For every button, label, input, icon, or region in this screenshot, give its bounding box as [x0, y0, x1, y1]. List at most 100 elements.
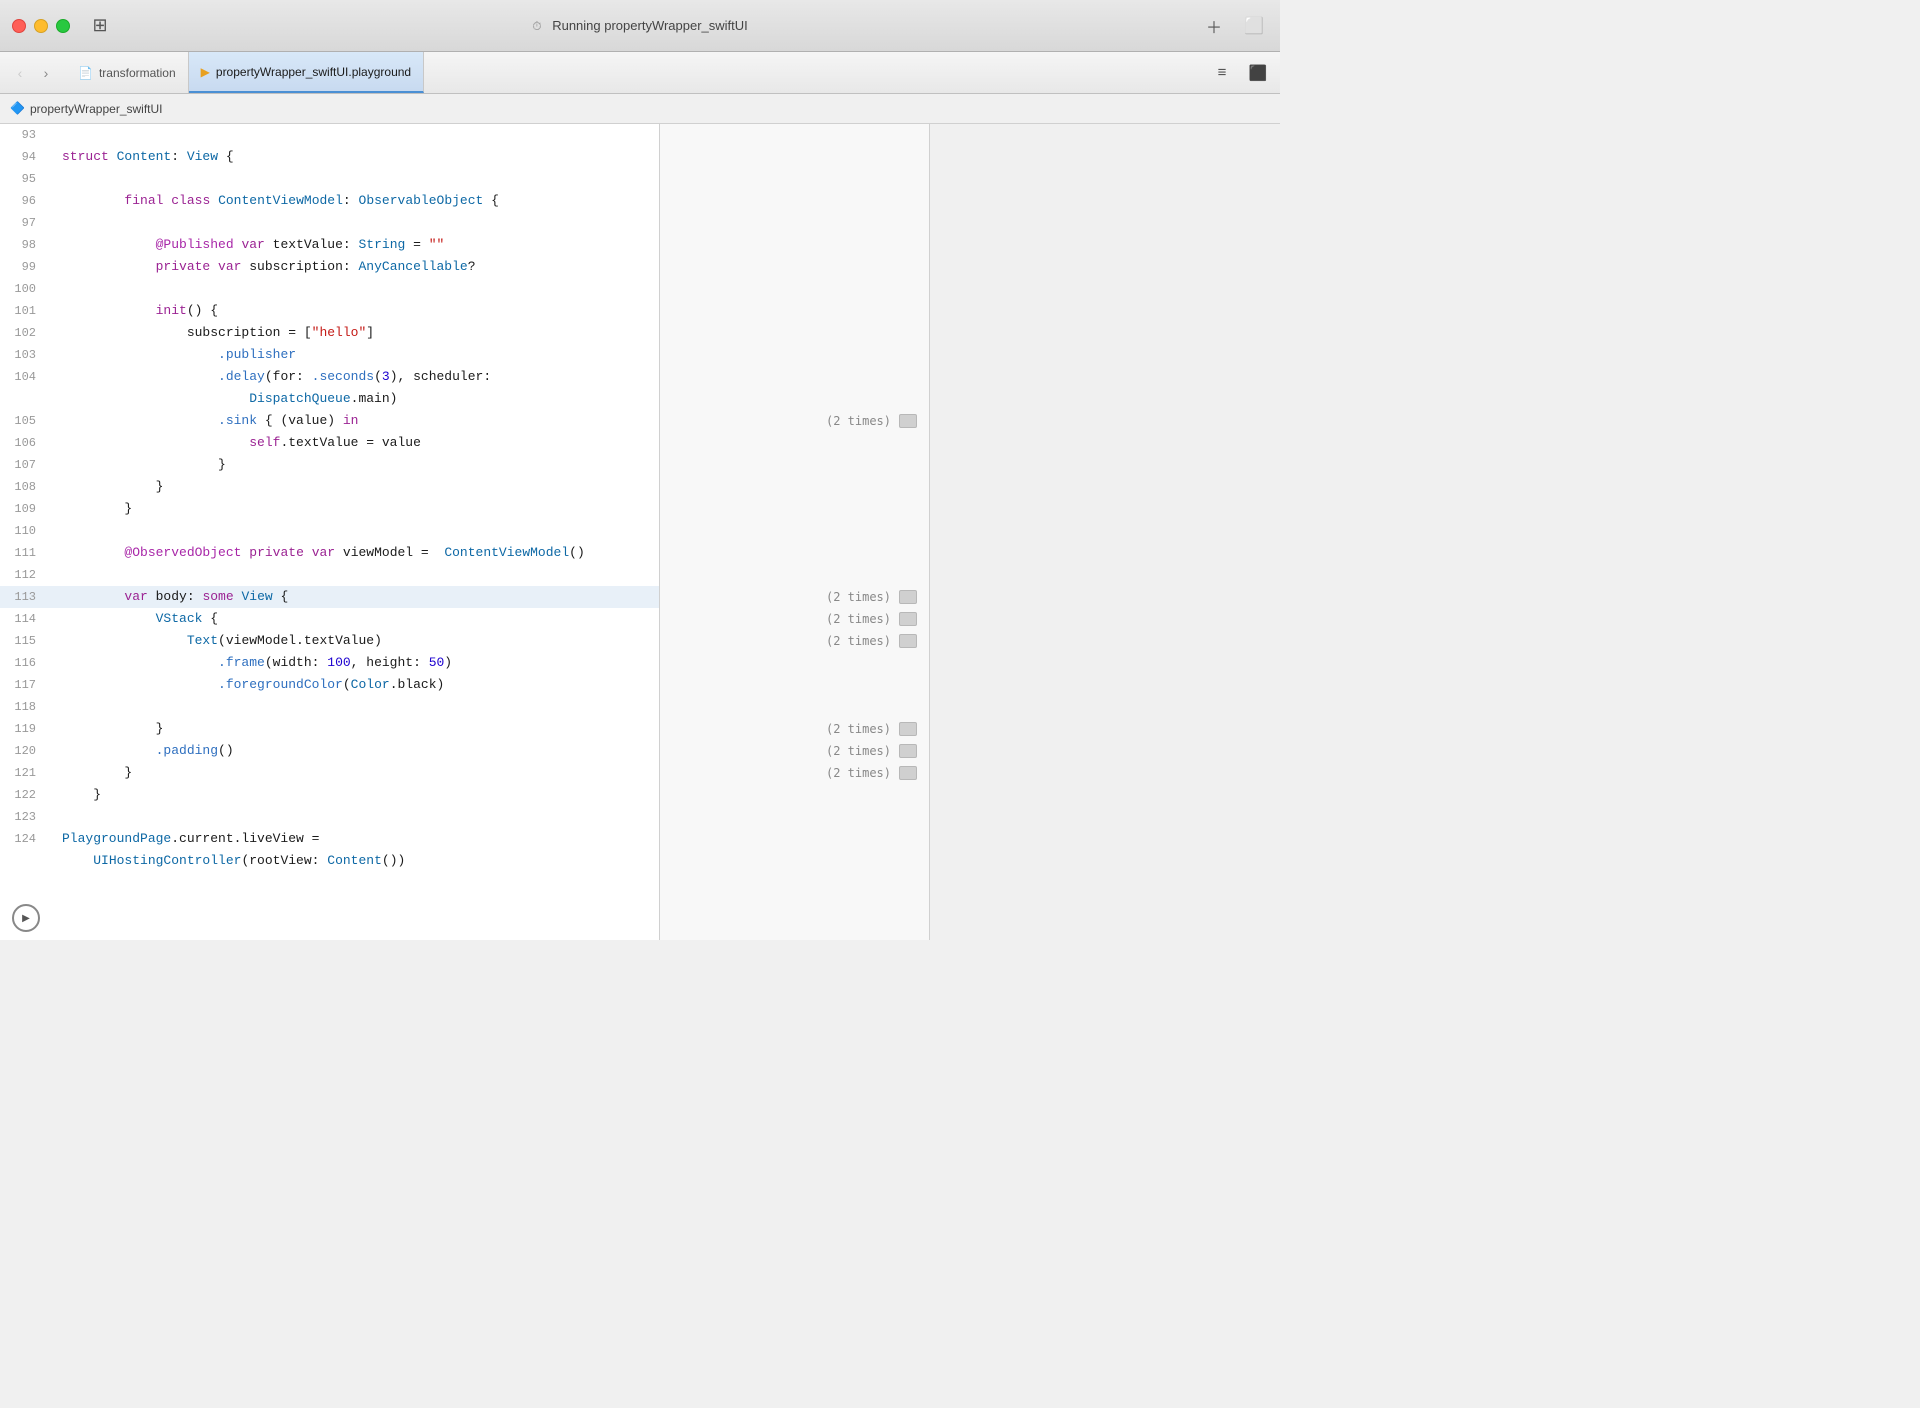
result-line: (2 times) — [660, 608, 929, 630]
tab-playground-label: propertyWrapper_swiftUI.playground — [216, 65, 411, 79]
line-number: 95 — [0, 168, 48, 190]
line-number: 114 — [0, 608, 48, 630]
code-line: 96 final class ContentViewModel: Observa… — [0, 190, 659, 212]
result-line — [660, 652, 929, 674]
code-line: 97 — [0, 212, 659, 234]
result-line — [660, 696, 929, 718]
breadcrumb-text: propertyWrapper_swiftUI — [30, 102, 163, 116]
line-number: 118 — [0, 696, 48, 718]
result-line — [660, 300, 929, 322]
code-editor[interactable]: 9394struct Content: View {9596 final cla… — [0, 124, 660, 940]
code-line: 98 @Published var textValue: String = "" — [0, 234, 659, 256]
line-content: @Published var textValue: String = "" — [62, 234, 659, 256]
result-line — [660, 256, 929, 278]
result-thumbnail[interactable] — [899, 634, 917, 648]
code-line: 117 .foregroundColor(Color.black) — [0, 674, 659, 696]
code-line: 122 } — [0, 784, 659, 806]
result-line — [660, 388, 929, 410]
split-view-button[interactable]: ⬜ — [1240, 15, 1268, 37]
result-line — [660, 366, 929, 388]
tab-playground[interactable]: ▶ propertyWrapper_swiftUI.playground — [189, 52, 424, 93]
result-thumbnail[interactable] — [899, 590, 917, 604]
play-button-area: ▶ — [0, 896, 659, 940]
window-title: Running propertyWrapper_swiftUI — [552, 18, 748, 33]
line-number: 119 — [0, 718, 48, 740]
line-content: init() { — [62, 300, 659, 322]
code-line: 123 — [0, 806, 659, 828]
line-content: } — [62, 454, 659, 476]
main-content: 9394struct Content: View {9596 final cla… — [0, 124, 1280, 940]
code-line: 121 } — [0, 762, 659, 784]
tab-transformation[interactable]: 📄 transformation — [66, 52, 189, 93]
nav-forward-button[interactable]: › — [34, 61, 58, 85]
sidebar-toggle-button[interactable]: ⊞ — [86, 16, 114, 36]
result-line: (2 times) — [660, 586, 929, 608]
line-content: PlaygroundPage.current.liveView = — [62, 828, 659, 850]
code-line: 114 VStack { — [0, 608, 659, 630]
code-line: 112 — [0, 564, 659, 586]
title-bar-right: ＋ ⬜ — [1200, 15, 1268, 37]
result-text: (2 times) — [826, 744, 891, 758]
breadcrumb-bar: 🔷 propertyWrapper_swiftUI — [0, 94, 1280, 124]
line-content: } — [62, 718, 659, 740]
code-line: 113 var body: some View { — [0, 586, 659, 608]
tab-transformation-label: transformation — [99, 66, 176, 80]
results-panel: (2 times)(2 times)(2 times)(2 times)(2 t… — [660, 124, 930, 940]
line-number: 120 — [0, 740, 48, 762]
toolbar: ‹ › 📄 transformation ▶ propertyWrapper_s… — [0, 52, 1280, 94]
result-text: (2 times) — [826, 634, 891, 648]
line-number: 122 — [0, 784, 48, 806]
result-text: (2 times) — [826, 766, 891, 780]
result-line: (2 times) — [660, 718, 929, 740]
result-thumbnail[interactable] — [899, 744, 917, 758]
result-line — [660, 190, 929, 212]
line-number: 108 — [0, 476, 48, 498]
line-number: 115 — [0, 630, 48, 652]
line-number: 94 — [0, 146, 48, 168]
line-number: 107 — [0, 454, 48, 476]
result-line — [660, 168, 929, 190]
line-number: 106 — [0, 432, 48, 454]
tab-playground-icon: ▶ — [201, 65, 210, 79]
code-line: 95 — [0, 168, 659, 190]
line-number: 104 — [0, 366, 48, 388]
code-line: 107 } — [0, 454, 659, 476]
close-button[interactable] — [12, 19, 26, 33]
code-line: 115 Text(viewModel.textValue) — [0, 630, 659, 652]
result-line — [660, 564, 929, 586]
result-line — [660, 674, 929, 696]
code-line: 93 — [0, 124, 659, 146]
result-line — [660, 322, 929, 344]
line-content: VStack { — [62, 608, 659, 630]
line-number: 103 — [0, 344, 48, 366]
toolbar-nav: ‹ › — [8, 61, 58, 85]
nav-back-button[interactable]: ‹ — [8, 61, 32, 85]
line-content: } — [62, 762, 659, 784]
line-content: self.textValue = value — [62, 432, 659, 454]
line-content: .padding() — [62, 740, 659, 762]
line-number: 110 — [0, 520, 48, 542]
result-line — [660, 234, 929, 256]
add-button[interactable]: ＋ — [1200, 15, 1228, 37]
split-editor-button[interactable]: ⬛ — [1244, 61, 1272, 85]
code-line: 101 init() { — [0, 300, 659, 322]
line-number: 123 — [0, 806, 48, 828]
run-button[interactable]: ▶ — [12, 904, 40, 932]
line-content: } — [62, 476, 659, 498]
result-line — [660, 124, 929, 146]
code-line: 102 subscription = ["hello"] — [0, 322, 659, 344]
line-number: 113 — [0, 586, 48, 608]
result-thumbnail[interactable] — [899, 414, 917, 428]
code-line: 94struct Content: View { — [0, 146, 659, 168]
result-thumbnail[interactable] — [899, 612, 917, 626]
minimize-button[interactable] — [34, 19, 48, 33]
line-content: @ObservedObject private var viewModel = … — [62, 542, 659, 564]
title-bar: ⊞ ⏱ Running propertyWrapper_swiftUI ＋ ⬜ — [0, 0, 1280, 52]
editor-layout-button[interactable]: ≡ — [1208, 61, 1236, 85]
maximize-button[interactable] — [56, 19, 70, 33]
title-center: ⏱ Running propertyWrapper_swiftUI — [532, 18, 748, 33]
line-number: 93 — [0, 124, 48, 146]
result-thumbnail[interactable] — [899, 766, 917, 780]
result-thumbnail[interactable] — [899, 722, 917, 736]
result-line: (2 times) — [660, 762, 929, 784]
